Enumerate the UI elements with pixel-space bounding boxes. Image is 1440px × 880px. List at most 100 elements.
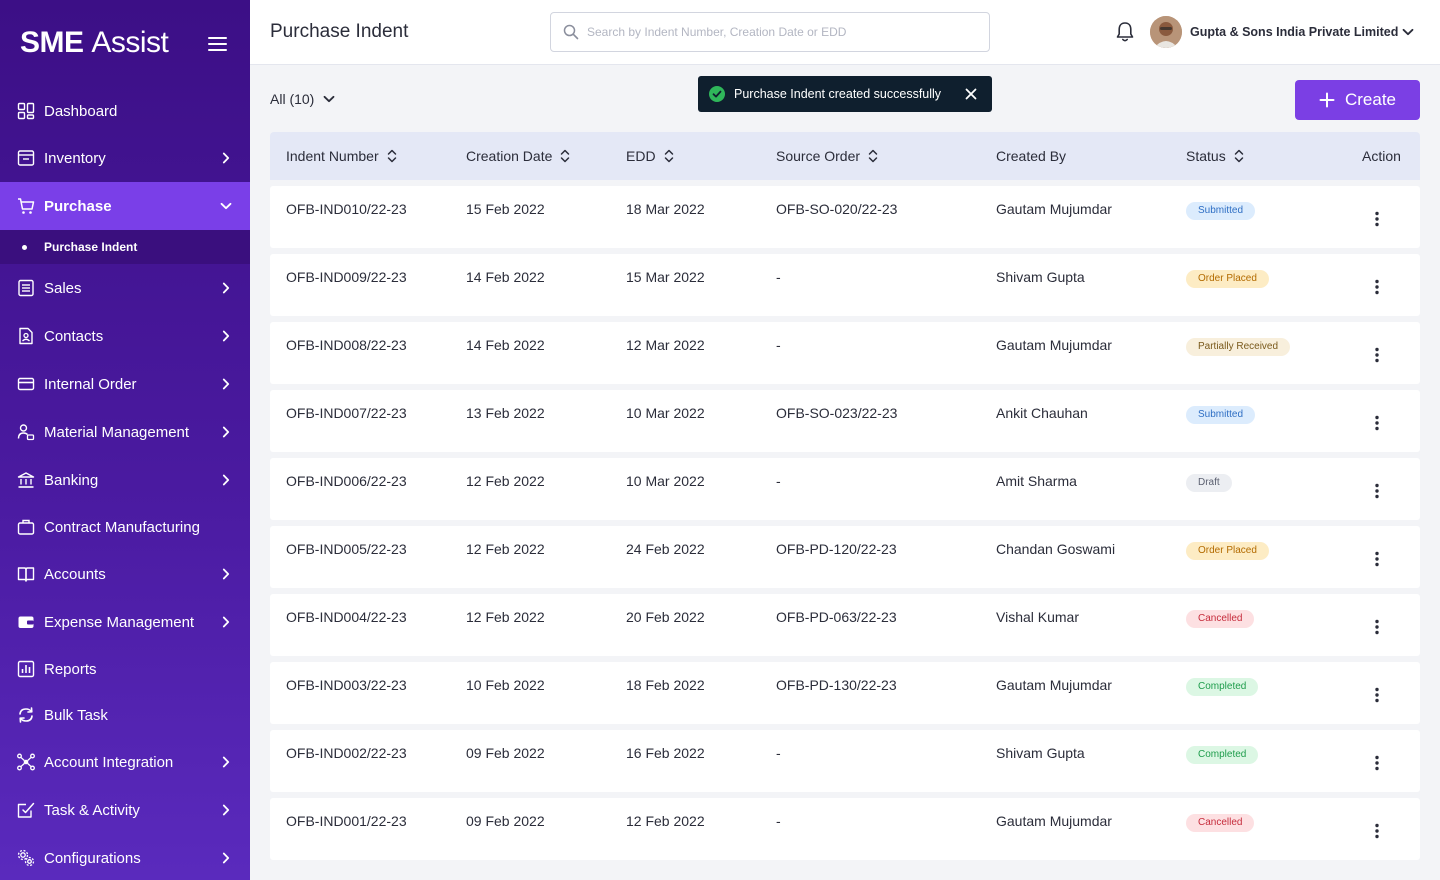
sidebar-item-contacts[interactable]: Contacts xyxy=(0,312,250,360)
cell-created: 09 Feb 2022 xyxy=(466,813,545,829)
cell-edd: 18 Feb 2022 xyxy=(626,677,705,693)
sidebar-item-contract-manufacturing[interactable]: Contract Manufacturing xyxy=(0,503,250,551)
cell-edd: 16 Feb 2022 xyxy=(626,745,705,761)
sidebar-item-account-integration[interactable]: Account Integration xyxy=(0,738,250,786)
filter-dropdown[interactable]: All (10) xyxy=(270,91,336,107)
sidebar-item-inventory[interactable]: Inventory xyxy=(0,134,250,182)
table-row[interactable]: OFB-IND006/22-23 12 Feb 2022 10 Mar 2022 - A… xyxy=(270,458,1420,520)
more-vertical-icon[interactable] xyxy=(1368,822,1386,840)
cell-indent: OFB-IND010/22-23 xyxy=(286,201,407,217)
table-row[interactable]: OFB-IND008/22-23 14 Feb 2022 12 Mar 2022 - G… xyxy=(270,322,1420,384)
sidebar-item-bulk-task[interactable]: Bulk Task xyxy=(0,691,250,739)
sidebar-item-internal-order[interactable]: Internal Order xyxy=(0,360,250,408)
create-button[interactable]: Create xyxy=(1295,80,1420,120)
chevron-right-icon xyxy=(222,616,230,628)
chevron-right-icon xyxy=(222,568,230,580)
more-vertical-icon[interactable] xyxy=(1368,278,1386,296)
table-row[interactable]: OFB-IND003/22-23 10 Feb 2022 18 Feb 2022 OF… xyxy=(270,662,1420,724)
sort-icon xyxy=(868,149,878,163)
close-icon[interactable] xyxy=(964,87,978,101)
search-icon xyxy=(563,24,579,40)
sidebar-item-configurations[interactable]: Configurations xyxy=(0,834,250,880)
table-row[interactable]: OFB-IND002/22-23 09 Feb 2022 16 Feb 2022 - S… xyxy=(270,730,1420,792)
status-badge: Submitted xyxy=(1186,202,1256,220)
chevron-right-icon xyxy=(222,152,230,164)
chevron-right-icon xyxy=(222,426,230,438)
chevron-down-icon[interactable] xyxy=(1401,25,1415,39)
cell-by: Ankit Chauhan xyxy=(996,405,1088,421)
column-header-edd[interactable]: EDD xyxy=(626,148,674,164)
sidebar-item-label: Task & Activity xyxy=(44,801,140,819)
sidebar-item-label: Internal Order xyxy=(44,375,137,393)
inventory-icon xyxy=(17,150,35,166)
cell-source: OFB-PD-120/22-23 xyxy=(776,541,897,557)
task-icon xyxy=(17,802,35,818)
more-vertical-icon[interactable] xyxy=(1368,754,1386,772)
cell-by: Gautam Mujumdar xyxy=(996,201,1112,217)
company-name[interactable]: Gupta & Sons India Private Limited xyxy=(1190,25,1398,39)
search-input[interactable] xyxy=(587,13,977,51)
cell-created: 10 Feb 2022 xyxy=(466,677,545,693)
column-header-created-by: Created By xyxy=(996,148,1066,164)
sidebar-item-reports[interactable]: Reports xyxy=(0,645,250,693)
success-toast: Purchase Indent created successfully xyxy=(698,76,992,112)
column-header-creation-date[interactable]: Creation Date xyxy=(466,148,570,164)
briefcase-icon xyxy=(17,519,35,535)
status-badge: Cancelled xyxy=(1186,814,1255,832)
column-header-label: Source Order xyxy=(776,148,861,164)
brand-logo[interactable]: SME Assist xyxy=(20,26,169,60)
cell-source: - xyxy=(776,813,781,829)
sidebar-item-material-management[interactable]: Material Management xyxy=(0,408,250,456)
cell-edd: 18 Mar 2022 xyxy=(626,201,705,217)
sales-icon xyxy=(18,279,34,297)
status-badge: Cancelled xyxy=(1186,610,1255,628)
top-header: Purchase Indent Gupta & Sons India Priva… xyxy=(250,0,1440,65)
cell-by: Vishal Kumar xyxy=(996,609,1080,625)
status-badge: Submitted xyxy=(1186,406,1256,424)
menu-toggle-icon[interactable] xyxy=(208,37,227,51)
more-vertical-icon[interactable] xyxy=(1368,686,1386,704)
user-avatar[interactable] xyxy=(1150,16,1182,48)
bank-icon xyxy=(17,472,35,488)
sort-icon xyxy=(387,149,396,163)
search-box[interactable] xyxy=(550,12,990,52)
column-header-label: Created By xyxy=(996,148,1067,164)
more-vertical-icon[interactable] xyxy=(1368,550,1386,568)
cell-source: - xyxy=(776,269,781,285)
cell-indent: OFB-IND008/22-23 xyxy=(286,337,407,353)
sidebar-item-accounts[interactable]: Accounts xyxy=(0,550,250,598)
more-vertical-icon[interactable] xyxy=(1368,346,1386,364)
status-badge: Partially Received xyxy=(1186,338,1291,356)
sidebar-item-task-activity[interactable]: Task & Activity xyxy=(0,786,250,834)
more-vertical-icon[interactable] xyxy=(1368,618,1386,636)
table-row[interactable]: OFB-IND004/22-23 12 Feb 2022 20 Feb 2022 OF… xyxy=(270,594,1420,656)
cell-created: 13 Feb 2022 xyxy=(466,405,545,421)
column-header-indent-number[interactable]: Indent Number xyxy=(286,148,397,164)
sidebar-subitem-purchase-indent[interactable]: Purchase Indent xyxy=(0,230,250,264)
chevron-right-icon xyxy=(222,852,230,864)
more-vertical-icon[interactable] xyxy=(1368,210,1386,228)
column-header-status[interactable]: Status xyxy=(1186,148,1244,164)
cell-indent: OFB-IND001/22-23 xyxy=(286,813,407,829)
notification-bell-icon[interactable] xyxy=(1115,21,1135,43)
cell-edd: 20 Feb 2022 xyxy=(626,609,705,625)
table-row[interactable]: OFB-IND001/22-23 09 Feb 2022 12 Feb 2022 - G… xyxy=(270,798,1420,860)
table-row[interactable]: OFB-IND005/22-23 12 Feb 2022 24 Feb 2022 OF… xyxy=(270,526,1420,588)
plus-icon xyxy=(1319,92,1335,108)
table-row[interactable]: OFB-IND007/22-23 13 Feb 2022 10 Mar 2022 OF… xyxy=(270,390,1420,452)
sidebar-item-label: Contract Manufacturing xyxy=(44,518,200,536)
sidebar-item-dashboard[interactable]: Dashboard xyxy=(0,87,250,135)
cell-created: 12 Feb 2022 xyxy=(466,473,545,489)
column-header-source-order[interactable]: Source Order xyxy=(776,148,878,164)
network-icon xyxy=(17,753,35,771)
sidebar-item-expense-management[interactable]: Expense Management xyxy=(0,598,250,646)
sidebar-item-banking[interactable]: Banking xyxy=(0,456,250,504)
more-vertical-icon[interactable] xyxy=(1368,482,1386,500)
table-row[interactable]: OFB-IND009/22-23 14 Feb 2022 15 Mar 2022 - S… xyxy=(270,254,1420,316)
more-vertical-icon[interactable] xyxy=(1368,414,1386,432)
sidebar-item-purchase[interactable]: Purchase xyxy=(0,182,250,230)
sidebar-item-sales[interactable]: Sales xyxy=(0,264,250,312)
check-circle-icon xyxy=(709,86,725,102)
cell-created: 15 Feb 2022 xyxy=(466,201,545,217)
table-row[interactable]: OFB-IND010/22-23 15 Feb 2022 18 Mar 2022 OF… xyxy=(270,186,1420,248)
